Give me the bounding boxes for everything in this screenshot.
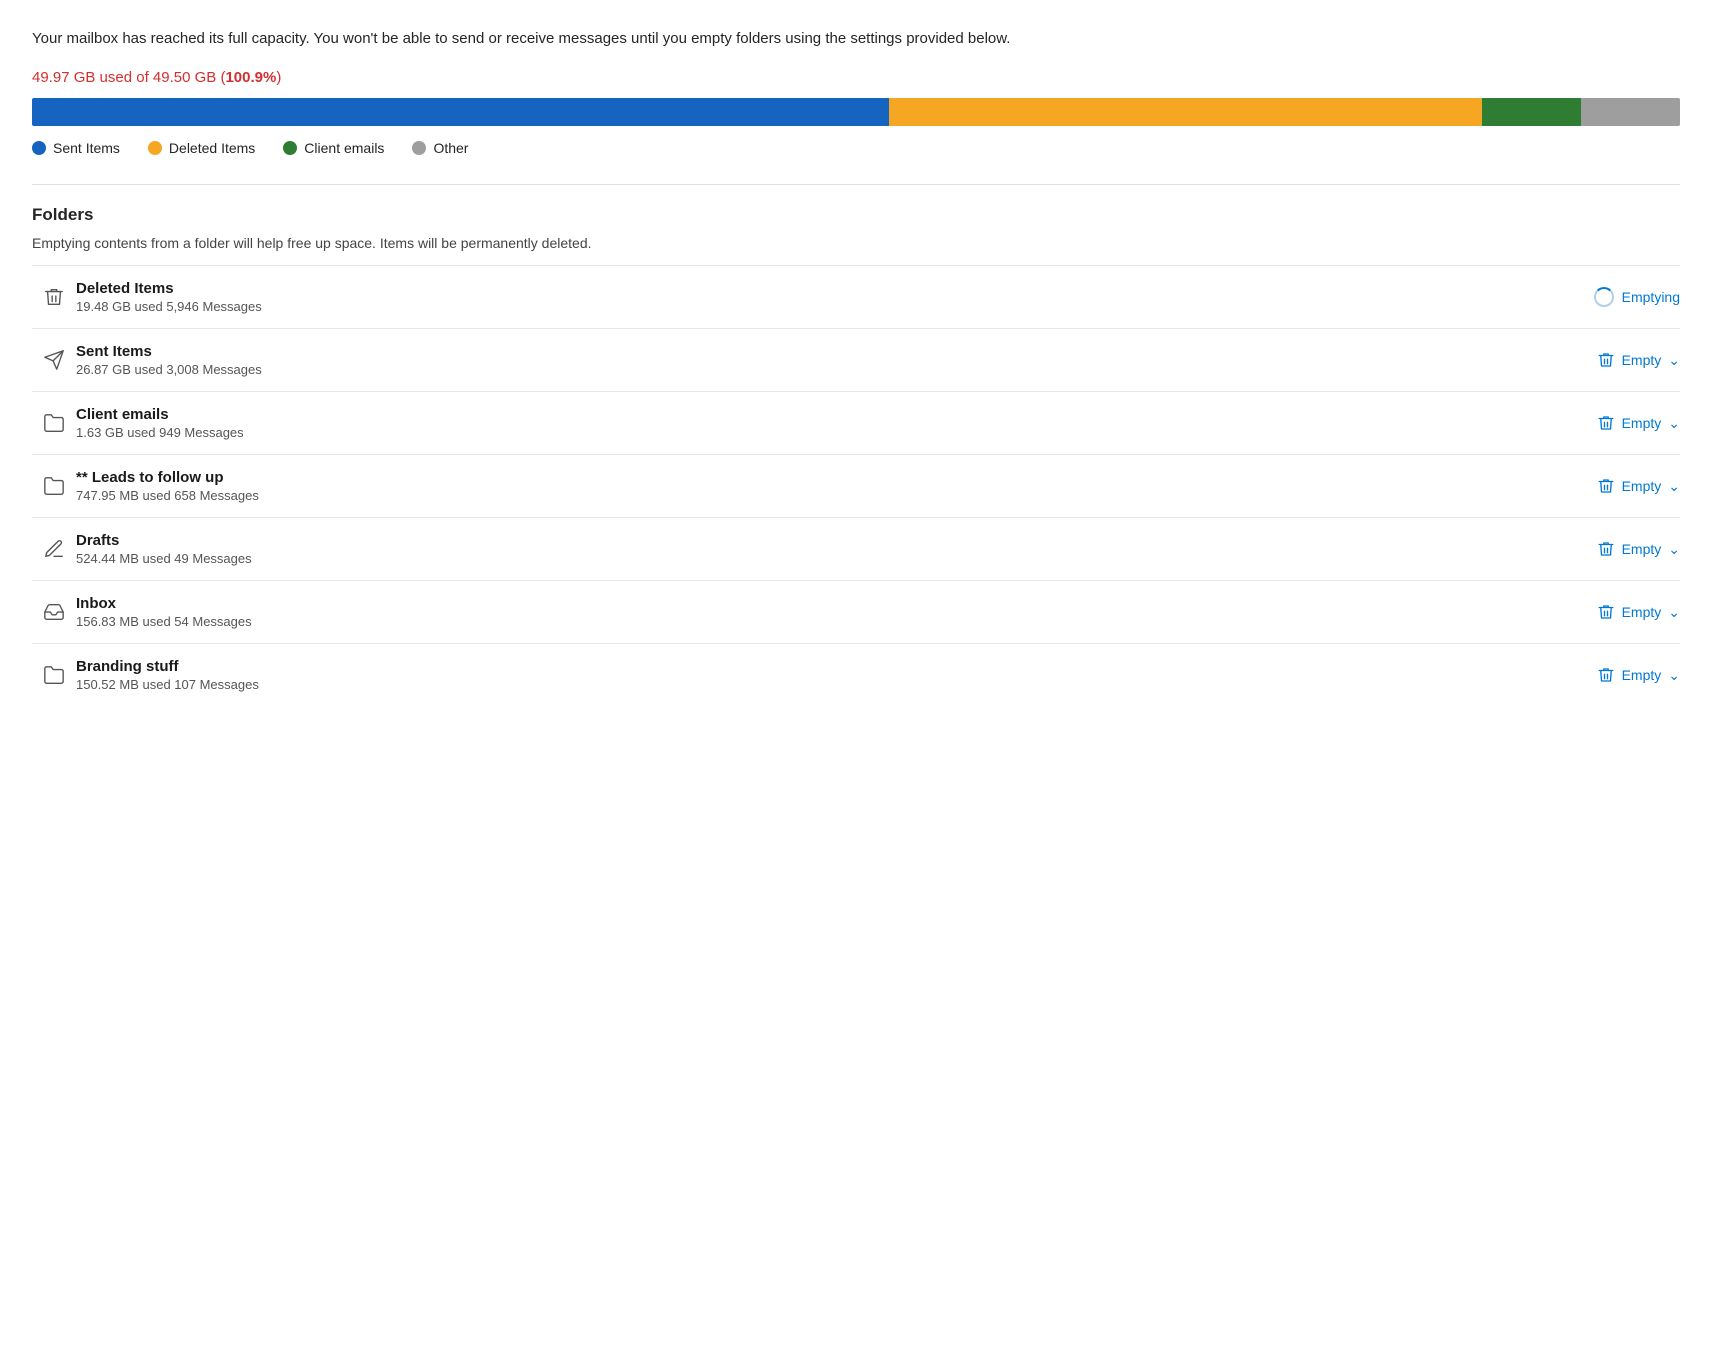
folder-name: Drafts	[76, 532, 1560, 549]
folder-name: Deleted Items	[76, 280, 1560, 297]
trash-icon	[43, 286, 65, 308]
legend-label: Deleted Items	[169, 140, 255, 156]
legend-label: Client emails	[304, 140, 384, 156]
folder-info-deleted-items: Deleted Items 19.48 GB used 5,946 Message…	[76, 280, 1560, 314]
folder-row-leads-follow-up: ** Leads to follow up 747.95 MB used 658 …	[32, 454, 1680, 517]
warning-text: Your mailbox has reached its full capaci…	[32, 28, 1680, 51]
folder-info-sent-items: Sent Items 26.87 GB used 3,008 Messages	[76, 343, 1560, 377]
folder-meta: 156.83 MB used 54 Messages	[76, 614, 1560, 629]
folder-name: Branding stuff	[76, 658, 1560, 675]
folder-name: Client emails	[76, 406, 1560, 423]
trash-action-icon	[1597, 414, 1615, 432]
empty-label: Empty	[1622, 667, 1662, 683]
empty-action-client-emails[interactable]: Empty ⌄	[1560, 414, 1680, 432]
legend-dot	[148, 141, 162, 155]
folder-icon	[43, 475, 65, 497]
empty-action-sent-items[interactable]: Empty ⌄	[1560, 351, 1680, 369]
folder-row-sent-items: Sent Items26.87 GB used 3,008 MessagesEm…	[32, 328, 1680, 391]
progress-segment-sent-items	[32, 98, 889, 126]
emptying-action-deleted-items[interactable]: Emptying	[1560, 287, 1680, 307]
empty-action-drafts[interactable]: Empty ⌄	[1560, 540, 1680, 558]
folder-info-client-emails: Client emails 1.63 GB used 949 Messages	[76, 406, 1560, 440]
folders-section: Folders Emptying contents from a folder …	[32, 205, 1680, 706]
legend-item-other: Other	[412, 140, 468, 156]
folder-row-drafts: Drafts 524.44 MB used 49 Messages Empty ⌄	[32, 517, 1680, 580]
chevron-down-icon: ⌄	[1668, 668, 1680, 682]
trash-action-icon	[1597, 666, 1615, 684]
chevron-down-icon: ⌄	[1668, 479, 1680, 493]
folders-subtitle: Emptying contents from a folder will hel…	[32, 235, 1680, 251]
trash-action-icon	[1597, 351, 1615, 369]
inbox-icon-wrap	[32, 601, 76, 623]
chevron-down-icon: ⌄	[1668, 416, 1680, 430]
usage-line: 49.97 GB used of 49.50 GB (100.9%)	[32, 69, 1680, 86]
chevron-down-icon: ⌄	[1668, 605, 1680, 619]
pencil-icon-wrap	[32, 538, 76, 560]
folder-list: Deleted Items 19.48 GB used 5,946 Message…	[32, 265, 1680, 706]
folder-icon-wrap	[32, 412, 76, 434]
folders-title: Folders	[32, 205, 1680, 225]
folder-meta: 150.52 MB used 107 Messages	[76, 677, 1560, 692]
progress-bar	[32, 98, 1680, 126]
legend-item-deleted-items: Deleted Items	[148, 140, 255, 156]
empty-label: Empty	[1622, 541, 1662, 557]
folder-info-branding-stuff: Branding stuff 150.52 MB used 107 Message…	[76, 658, 1560, 692]
folder-name: Sent Items	[76, 343, 1560, 360]
spinner-icon	[1594, 287, 1614, 307]
empty-action-leads-follow-up[interactable]: Empty ⌄	[1560, 477, 1680, 495]
legend-label: Other	[433, 140, 468, 156]
trash-action-icon	[1597, 603, 1615, 621]
legend-item-client-emails: Client emails	[283, 140, 384, 156]
folder-name: Inbox	[76, 595, 1560, 612]
folder-meta: 19.48 GB used 5,946 Messages	[76, 299, 1560, 314]
legend-dot	[412, 141, 426, 155]
folder-row-branding-stuff: Branding stuff 150.52 MB used 107 Message…	[32, 643, 1680, 706]
trash-icon-wrap	[32, 286, 76, 308]
legend: Sent Items Deleted Items Client emails Othe…	[32, 140, 1680, 156]
progress-segment-other	[1581, 98, 1680, 126]
chevron-down-icon: ⌄	[1668, 542, 1680, 556]
legend-dot	[283, 141, 297, 155]
legend-dot	[32, 141, 46, 155]
folder-meta: 26.87 GB used 3,008 Messages	[76, 362, 1560, 377]
folder-icon-wrap	[32, 664, 76, 686]
legend-item-sent-items: Sent Items	[32, 140, 120, 156]
folder-info-leads-follow-up: ** Leads to follow up 747.95 MB used 658 …	[76, 469, 1560, 503]
empty-label: Empty	[1622, 604, 1662, 620]
send-icon	[43, 349, 65, 371]
folder-icon	[43, 412, 65, 434]
empty-label: Empty	[1622, 415, 1662, 431]
empty-action-branding-stuff[interactable]: Empty ⌄	[1560, 666, 1680, 684]
progress-segment-client-emails	[1482, 98, 1581, 126]
folder-info-drafts: Drafts 524.44 MB used 49 Messages	[76, 532, 1560, 566]
folder-meta: 1.63 GB used 949 Messages	[76, 425, 1560, 440]
trash-action-icon	[1597, 477, 1615, 495]
pencil-icon	[43, 538, 65, 560]
folder-meta: 747.95 MB used 658 Messages	[76, 488, 1560, 503]
folder-meta: 524.44 MB used 49 Messages	[76, 551, 1560, 566]
folder-row-client-emails: Client emails1.63 GB used 949 MessagesEm…	[32, 391, 1680, 454]
folder-icon	[43, 664, 65, 686]
empty-label: Empty	[1622, 352, 1662, 368]
folder-name: ** Leads to follow up	[76, 469, 1560, 486]
empty-label: Empty	[1622, 478, 1662, 494]
folder-icon-wrap	[32, 475, 76, 497]
send-icon-wrap	[32, 349, 76, 371]
folder-row-deleted-items: Deleted Items 19.48 GB used 5,946 Message…	[32, 265, 1680, 328]
chevron-down-icon: ⌄	[1668, 353, 1680, 367]
section-divider	[32, 184, 1680, 185]
empty-action-inbox[interactable]: Empty ⌄	[1560, 603, 1680, 621]
emptying-label: Emptying	[1622, 289, 1680, 305]
inbox-icon	[43, 601, 65, 623]
progress-segment-deleted-items	[889, 98, 1482, 126]
folder-row-inbox: Inbox 156.83 MB used 54 Messages Empty ⌄	[32, 580, 1680, 643]
folder-info-inbox: Inbox 156.83 MB used 54 Messages	[76, 595, 1560, 629]
trash-action-icon	[1597, 540, 1615, 558]
legend-label: Sent Items	[53, 140, 120, 156]
